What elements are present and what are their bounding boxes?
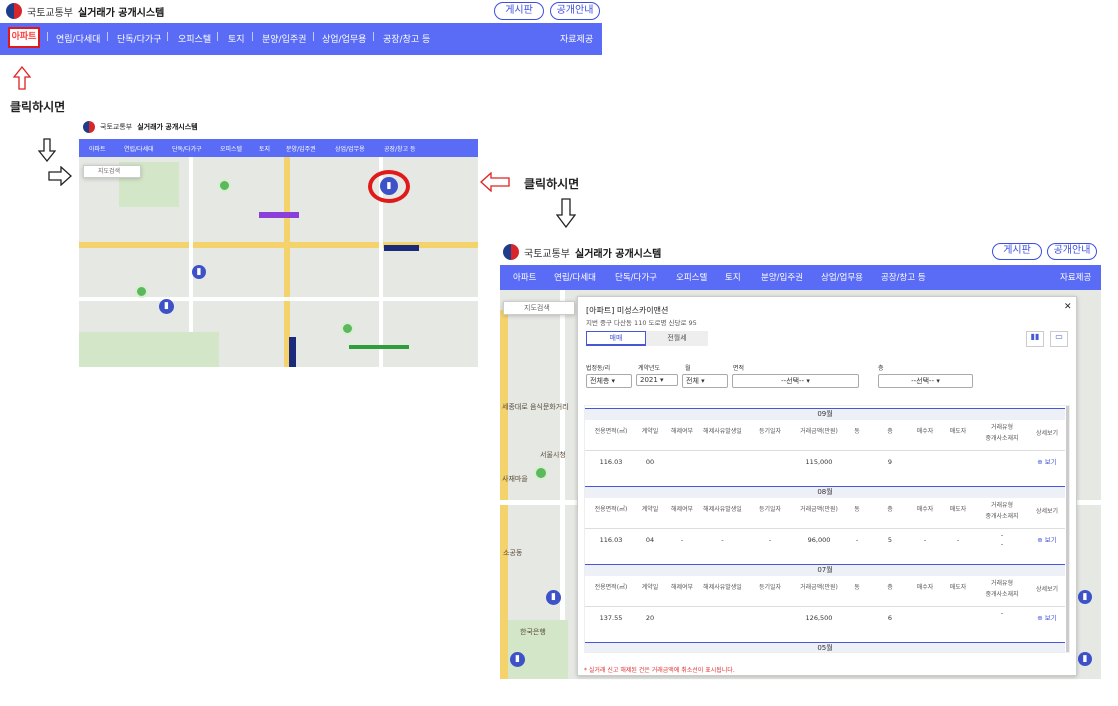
detail-panel: ✕ [아파트] 미성스카이맨션 지번 중구 다산동 110 도로명 신당로 95… <box>577 296 1077 676</box>
nav-commercial[interactable]: 상업/업무용 <box>335 144 365 153</box>
chart-icon[interactable]: ▮▮ <box>1026 331 1044 347</box>
nav-data[interactable]: 자료제공 <box>1060 271 1091 283</box>
nav-land[interactable]: 토지 <box>725 271 741 283</box>
highlight-circle <box>368 170 410 203</box>
nav-commercial[interactable]: 상업/업무용 <box>821 271 863 283</box>
dong-select[interactable]: 전체층 ▾ <box>586 374 632 388</box>
nav-commercial[interactable]: 상업/업무용 <box>322 32 366 45</box>
month-header: 05월 <box>585 642 1065 652</box>
table-row: 116.03 00 115,000 9 ⊕ 보기 <box>585 450 1065 472</box>
trade-table: 09월 전용면적(㎡) 계약일 해제여부 해제사유발생일 등기일자 거래금액(만… <box>584 405 1070 653</box>
system-name: 실거래가 공개시스템 <box>78 7 165 19</box>
table-row: 116.03 04 - - - 96,000 - 5 - - - - ⊕ 보기 <box>585 528 1065 550</box>
view-button[interactable]: ⊕ 보기 <box>1032 534 1062 544</box>
nav-apartment[interactable]: 아파트 <box>513 271 536 283</box>
nav-presale[interactable]: 분양/입주권 <box>761 271 803 283</box>
board-button[interactable]: 게시판 <box>494 2 544 20</box>
nav-factory[interactable]: 공장/창고 등 <box>881 271 926 283</box>
government-emblem-icon <box>83 121 95 133</box>
month-select[interactable]: 전체 ▾ <box>682 374 728 388</box>
nav-apartment[interactable]: 아파트 <box>89 144 106 153</box>
area-select[interactable]: --선택-- ▾ <box>732 374 859 388</box>
panel-title: [아파트] 미성스카이맨션 <box>586 306 669 315</box>
small-map-search[interactable]: 지도검색 <box>83 165 141 178</box>
tab-sale[interactable]: 매매 <box>586 331 646 346</box>
up-arrow-icon <box>13 66 31 90</box>
close-icon[interactable]: ✕ <box>1064 302 1072 312</box>
view-button[interactable]: ⊕ 보기 <box>1032 612 1062 622</box>
nav-land[interactable]: 토지 <box>259 144 270 153</box>
floor-select[interactable]: --선택-- ▾ <box>878 374 973 388</box>
government-emblem-icon <box>6 3 22 19</box>
month-header: 07월 <box>585 564 1065 576</box>
month-header: 08월 <box>585 486 1065 498</box>
down-arrow-icon <box>38 138 56 162</box>
top-nav-bar: 아파트 | 연립/다세대 | 단독/다가구 | 오피스텔 | 토지 | 분양/입… <box>0 23 602 55</box>
click-label-1: 클릭하시면 <box>10 100 66 114</box>
nav-house[interactable]: 단독/다가구 <box>615 271 657 283</box>
nav-villa[interactable]: 연립/다세대 <box>124 144 154 153</box>
nav-officetel[interactable]: 오피스텔 <box>178 32 211 45</box>
small-map[interactable]: 지도검색 ▮ ▮ ▮ <box>79 157 478 367</box>
nav-officetel[interactable]: 오피스텔 <box>220 144 242 153</box>
nav-villa[interactable]: 연립/다세대 <box>56 32 100 45</box>
mid-logo: 국토교통부 실거래가 공개시스템 <box>83 121 198 133</box>
government-emblem-icon <box>503 244 519 260</box>
nav-presale[interactable]: 분양/입주권 <box>262 32 306 45</box>
table-row: 137.55 20 126,500 6 - ⊕ 보기 <box>585 606 1065 628</box>
left-arrow-icon <box>480 172 510 192</box>
click-label-2: 클릭하시면 <box>524 177 580 191</box>
info-button-large[interactable]: 공개안내 <box>1047 243 1097 260</box>
down-arrow-icon <box>556 198 576 228</box>
nav-villa[interactable]: 연립/다세대 <box>554 271 596 283</box>
large-map-search[interactable]: 지도검색 <box>503 301 575 315</box>
panel-address: 지번 중구 다산동 110 도로명 신당로 95 <box>586 319 697 327</box>
nav-factory[interactable]: 공장/창고 등 <box>384 144 416 153</box>
large-nav-bar: 아파트 연립/다세대 단독/다가구 오피스텔 토지 분양/입주권 상업/업무용 … <box>500 265 1101 290</box>
info-button[interactable]: 공개안내 <box>550 2 600 20</box>
nav-house[interactable]: 단독/다가구 <box>117 32 161 45</box>
nav-factory[interactable]: 공장/창고 등 <box>383 32 430 45</box>
view-button[interactable]: ⊕ 보기 <box>1032 456 1062 466</box>
nav-house[interactable]: 단독/다가구 <box>172 144 202 153</box>
top-logo[interactable]: 국토교통부 실거래가 공개시스템 <box>6 3 164 19</box>
print-icon[interactable]: ▭ <box>1050 331 1068 347</box>
nav-data[interactable]: 자료제공 <box>560 32 593 45</box>
tab-rent[interactable]: 전월세 <box>646 331 708 346</box>
nav-land[interactable]: 토지 <box>228 32 245 45</box>
table-scrollbar[interactable] <box>1066 406 1069 652</box>
nav-officetel[interactable]: 오피스텔 <box>676 271 707 283</box>
large-logo[interactable]: 국토교통부 실거래가 공개시스템 <box>503 244 661 260</box>
board-button-large[interactable]: 게시판 <box>992 243 1042 260</box>
month-header: 09월 <box>585 408 1065 420</box>
apartment-marker[interactable]: ▮ <box>546 590 561 605</box>
right-arrow-icon <box>48 166 72 186</box>
year-select[interactable]: 2021 ▾ <box>636 374 678 386</box>
panel-footnote: * 실거래 신고 해제된 건은 거래금액에 취소선이 표시됩니다. <box>584 667 735 674</box>
org-name: 국토교통부 <box>27 7 73 19</box>
nav-presale[interactable]: 분양/입주권 <box>286 144 316 153</box>
nav-apartment[interactable]: 아파트 <box>8 27 40 48</box>
mid-nav-bar: 아파트 연립/다세대 단독/다가구 오피스텔 토지 분양/입주권 상업/업무용 … <box>79 139 478 157</box>
